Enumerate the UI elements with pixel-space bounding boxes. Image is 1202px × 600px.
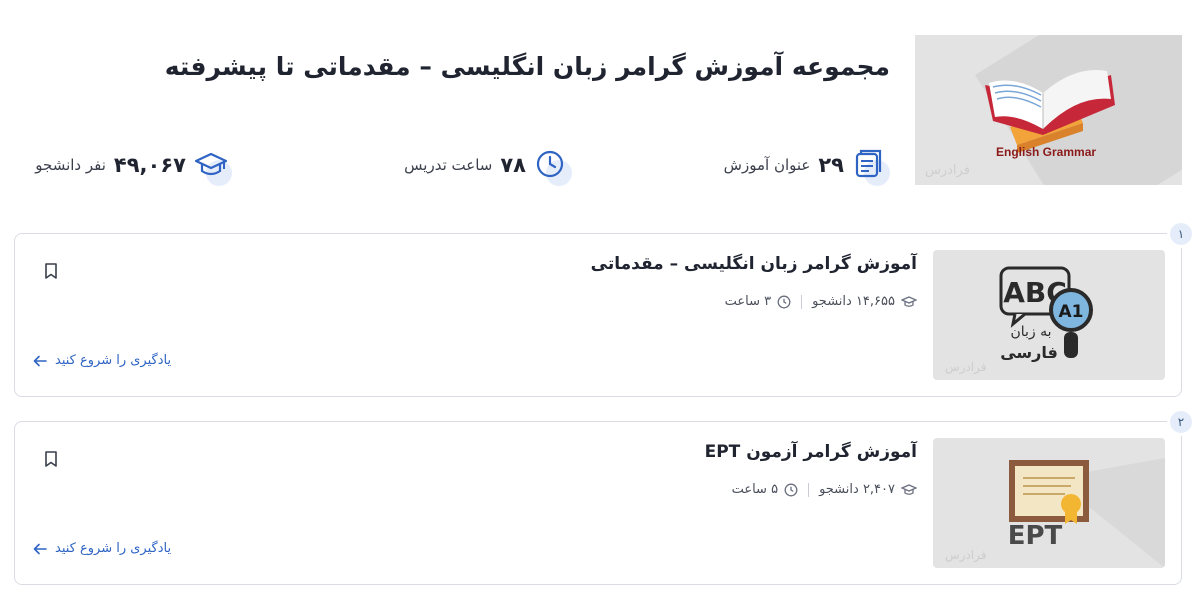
- stat-students: ۴۹,۰۶۷ نفر دانشجو: [35, 146, 232, 186]
- arrow-left-icon: [33, 355, 47, 366]
- watermark: فرادرس: [945, 548, 987, 562]
- graduation-cap-icon: [901, 295, 917, 307]
- thumbnail-caption: English Grammar: [996, 145, 1097, 159]
- bookmark-icon[interactable]: [43, 450, 59, 468]
- watermark: فرادرس: [925, 163, 970, 178]
- stat-students-value: ۴۹,۰۶۷: [113, 153, 186, 177]
- thumb-line2-text: فارسی: [1000, 343, 1058, 362]
- course-students: ۱۴,۶۵۵ دانشجو: [812, 294, 895, 309]
- collection-thumbnail: English Grammar فرادرس: [915, 35, 1182, 185]
- thumb-ept-text: EPT: [1008, 521, 1063, 551]
- arrow-left-icon: [33, 543, 47, 554]
- stat-courses-label: عنوان آموزش: [723, 156, 811, 174]
- course-title[interactable]: آموزش گرامر آزمون EPT: [705, 442, 917, 462]
- start-learning-label: یادگیری را شروع کنید: [55, 353, 172, 368]
- graduation-cap-icon: [194, 148, 232, 186]
- course-thumbnail[interactable]: ABC A1 به زبان فارسی فرادرس: [933, 250, 1165, 380]
- stat-hours: ۷۸ ساعت تدریس: [404, 146, 572, 186]
- page-title: مجموعه آموزش گرامر زبان انگلیسی – مقدمات…: [164, 52, 890, 81]
- course-meta: ۱۴,۶۵۵ دانشجو ۳ ساعت: [725, 294, 917, 309]
- stat-courses-value: ۲۹: [818, 153, 844, 177]
- graduation-cap-icon: [901, 483, 917, 495]
- course-card[interactable]: ۱ ABC A1 به زبان فارسی فرادرس آموزش گرام…: [14, 220, 1195, 397]
- course-duration: ۵ ساعت: [731, 482, 779, 497]
- thumb-line1-text: به زبان: [1010, 324, 1051, 340]
- start-learning-link[interactable]: یادگیری را شروع کنید: [33, 541, 171, 556]
- stat-courses: ۲۹ عنوان آموزش: [723, 146, 890, 186]
- course-card[interactable]: ۲ EPT فرادرس آموزش گرامر آزمون EPT ۲,۴۰۷…: [14, 408, 1195, 585]
- course-thumbnail[interactable]: EPT فرادرس: [933, 438, 1165, 568]
- course-index: ۲: [1167, 408, 1195, 436]
- clock-icon: [777, 295, 791, 308]
- thumb-badge-text: A1: [1059, 302, 1084, 322]
- stat-hours-label: ساعت تدریس: [404, 156, 493, 174]
- stat-hours-value: ۷۸: [500, 153, 526, 177]
- course-duration: ۳ ساعت: [724, 294, 772, 309]
- start-learning-label: یادگیری را شروع کنید: [55, 541, 172, 556]
- course-title[interactable]: آموزش گرامر زبان انگلیسی – مقدماتی: [591, 254, 917, 274]
- clock-icon: [534, 148, 572, 186]
- bookmark-icon[interactable]: [43, 262, 59, 280]
- course-meta: ۲,۴۰۷ دانشجو ۵ ساعت: [732, 482, 917, 497]
- watermark: فرادرس: [945, 360, 987, 374]
- clock-icon: [784, 483, 798, 496]
- course-index: ۱: [1167, 220, 1195, 248]
- course-students: ۲,۴۰۷ دانشجو: [819, 482, 895, 497]
- stat-students-label: نفر دانشجو: [35, 156, 106, 174]
- start-learning-link[interactable]: یادگیری را شروع کنید: [33, 353, 171, 368]
- book-stack-icon: [852, 148, 890, 186]
